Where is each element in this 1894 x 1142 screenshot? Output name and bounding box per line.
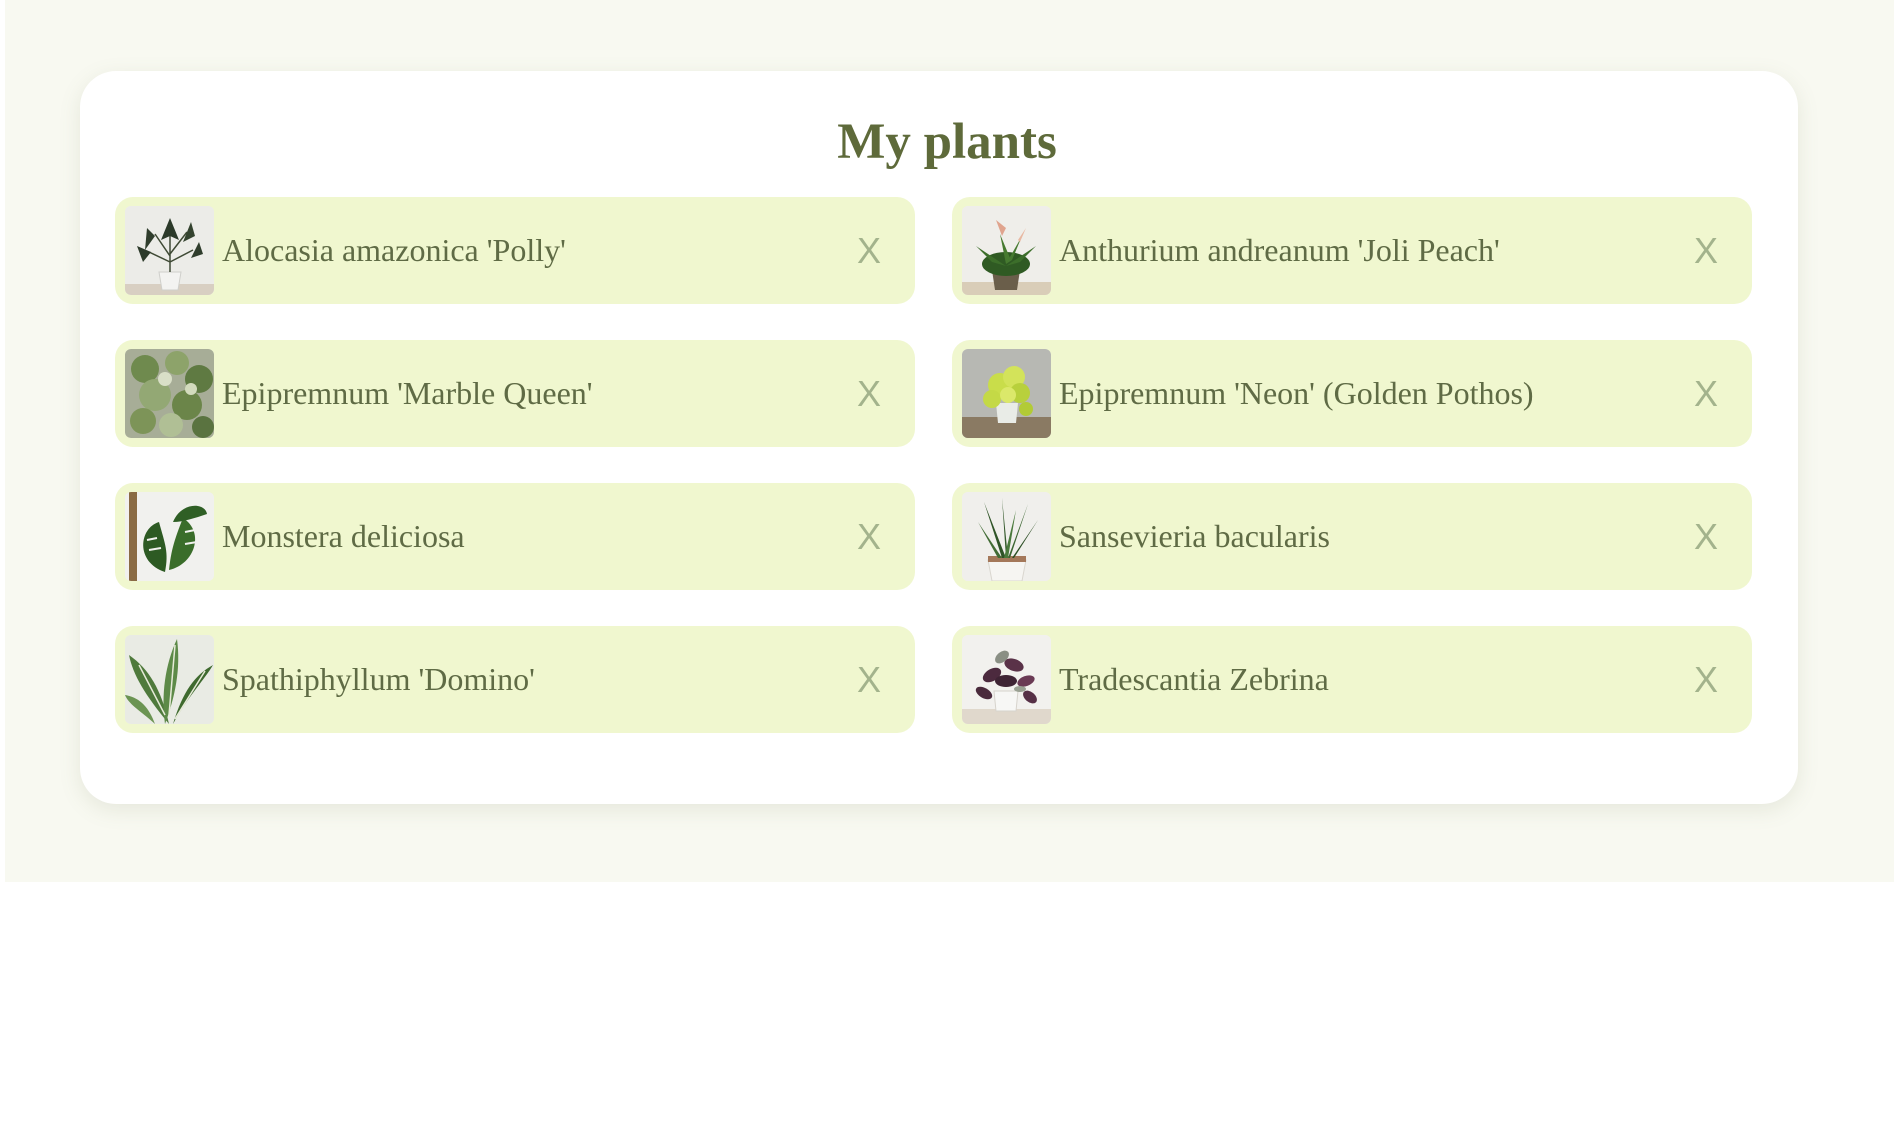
remove-button[interactable]: X (1694, 232, 1718, 269)
plant-item-monstera: Monstera deliciosa X (115, 483, 915, 590)
alocasia-photo-icon (125, 206, 214, 295)
plant-name: Tradescantia Zebrina (1059, 661, 1329, 697)
remove-button[interactable]: X (1694, 661, 1718, 698)
plant-item-spathiphyllum: Spathiphyllum 'Domino' X (115, 626, 915, 733)
spathiphyllum-photo-icon (125, 635, 214, 724)
plant-name: Epipremnum 'Marble Queen' (222, 375, 593, 411)
plant-name: Spathiphyllum 'Domino' (222, 661, 535, 697)
plant-name: Epipremnum 'Neon' (Golden Pothos) (1059, 375, 1534, 411)
page-title: My plants (837, 114, 1057, 170)
neon-pothos-photo-icon (962, 349, 1051, 438)
plant-item-alocasia: Alocasia amazonica 'Polly' X (115, 197, 915, 304)
plant-name: Monstera deliciosa (222, 518, 465, 554)
anthurium-photo-icon (962, 206, 1051, 295)
remove-button[interactable]: X (1694, 375, 1718, 412)
remove-button[interactable]: X (857, 518, 881, 555)
remove-button[interactable]: X (857, 661, 881, 698)
plant-item-anthurium: Anthurium andreanum 'Joli Peach' X (952, 197, 1752, 304)
plant-item-tradescantia: Tradescantia Zebrina X (952, 626, 1752, 733)
remove-button[interactable]: X (857, 375, 881, 412)
plant-name: Alocasia amazonica 'Polly' (222, 232, 566, 268)
remove-button[interactable]: X (857, 232, 881, 269)
remove-button[interactable]: X (1694, 518, 1718, 555)
plant-item-sansevieria: Sansevieria bacularis X (952, 483, 1752, 590)
plant-name: Anthurium andreanum 'Joli Peach' (1059, 232, 1500, 268)
plant-list: Alocasia amazonica 'Polly' X Anthurium a… (115, 197, 1752, 733)
plant-item-marble-queen: Epipremnum 'Marble Queen' X (115, 340, 915, 447)
marble-queen-photo-icon (125, 349, 214, 438)
plant-name: Sansevieria bacularis (1059, 518, 1330, 554)
plant-item-neon-pothos: Epipremnum 'Neon' (Golden Pothos) X (952, 340, 1752, 447)
tradescantia-photo-icon (962, 635, 1051, 724)
monstera-photo-icon (125, 492, 214, 581)
sansevieria-photo-icon (962, 492, 1051, 581)
